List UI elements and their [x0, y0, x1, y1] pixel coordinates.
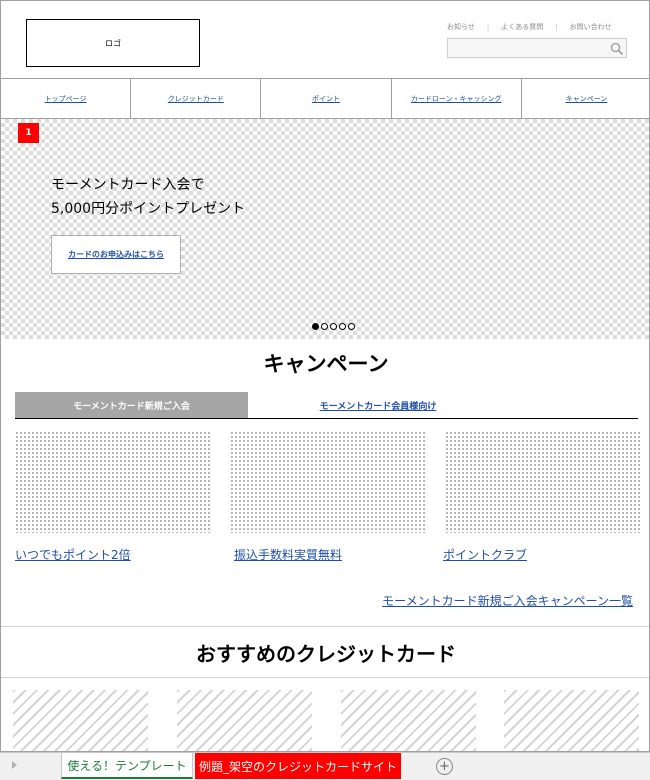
tab-new-member[interactable]: モーメントカード新規ご入会 [15, 392, 248, 418]
recommended-card-image[interactable] [341, 690, 476, 751]
recommended-card-image[interactable] [13, 690, 148, 751]
tab-existing-member[interactable]: モーメントカード会員様向け [248, 392, 508, 418]
campaign-card-link-point-club[interactable]: ポイントクラブ [443, 546, 527, 563]
search-box [447, 38, 627, 58]
carousel-dots [312, 323, 355, 330]
recommended-title: おすすめのクレジットカード [1, 626, 649, 678]
campaign-card-link-points[interactable]: いつでもポイント2倍 [15, 546, 131, 563]
logo[interactable]: ロゴ [26, 19, 200, 67]
hero-banner [1, 119, 649, 339]
sheet-tab-template[interactable]: 使える！テンプレート [61, 753, 193, 779]
search-input[interactable] [450, 41, 605, 55]
nav-item-top[interactable]: トップページ [1, 79, 132, 118]
util-link-news[interactable]: お知らせ [447, 22, 475, 32]
campaign-card-image[interactable] [230, 431, 425, 533]
sheet-scroll-arrow-icon[interactable] [12, 761, 17, 769]
carousel-dot[interactable] [321, 323, 328, 330]
carousel-dot[interactable] [339, 323, 346, 330]
apply-button[interactable]: カードのお申込みはこちら [51, 235, 181, 274]
campaign-card-image[interactable] [15, 431, 210, 533]
nav-item-card-loan[interactable]: カードローン・キャッシング [392, 79, 522, 118]
sheet-tab-bar: 使える！テンプレート 例題_架空のクレジットカードサイト + [0, 752, 650, 780]
nav-item-campaign[interactable]: キャンペーン [522, 79, 649, 118]
recommended-card-image[interactable] [504, 690, 639, 751]
carousel-dot[interactable] [312, 323, 319, 330]
hero-headline-line1: モーメントカード入会で [51, 177, 205, 193]
utility-links: お知らせ | よくある質問 | お問い合わせ [447, 22, 637, 32]
carousel-dot[interactable] [330, 323, 337, 330]
slide-number-badge: 1 [18, 123, 39, 143]
util-link-faq[interactable]: よくある質問 [501, 22, 543, 32]
spreadsheet-canvas: ロゴ お知らせ | よくある質問 | お問い合わせ トップページ クレジットカー… [0, 0, 650, 752]
util-link-contact[interactable]: お問い合わせ [570, 22, 612, 32]
carousel-dot[interactable] [348, 323, 355, 330]
nav-item-points[interactable]: ポイント [261, 79, 392, 118]
campaign-card-image[interactable] [445, 431, 640, 533]
campaign-tabs: モーメントカード新規ご入会 モーメントカード会員様向け [15, 392, 638, 419]
hero-headline-line2: 5,000円分ポイントプレゼント [51, 201, 246, 217]
search-icon[interactable] [610, 41, 624, 56]
global-nav: トップページ クレジットカード ポイント カードローン・キャッシング キャンペー… [1, 78, 649, 119]
sheet-tab-example[interactable]: 例題_架空のクレジットカードサイト [195, 753, 401, 779]
add-sheet-icon[interactable]: + [436, 758, 453, 775]
recommended-card-image[interactable] [177, 690, 312, 751]
logo-text: ロゴ [105, 38, 121, 48]
campaign-title: キャンペーン [263, 352, 389, 376]
util-separator: | [555, 23, 558, 31]
campaign-card-link-transfer-fee[interactable]: 振込手数料実質無料 [234, 546, 342, 563]
util-separator: | [486, 23, 490, 31]
campaign-list-link[interactable]: モーメントカード新規ご入会キャンペーン一覧 [382, 592, 633, 609]
nav-item-credit-card[interactable]: クレジットカード [131, 79, 262, 118]
